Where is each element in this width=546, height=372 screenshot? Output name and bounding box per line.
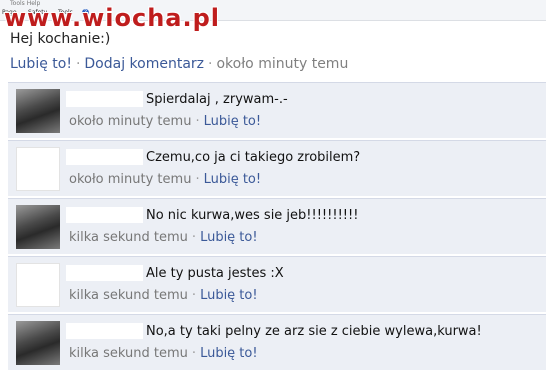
comment-item: No nic kurwa,wes sie jeb!!!!!!!!!! kilka… xyxy=(8,198,546,254)
separator: · xyxy=(191,346,197,361)
redacted-name xyxy=(66,149,143,165)
comment-text: No nic kurwa,wes sie jeb!!!!!!!!!! xyxy=(146,208,359,223)
comment-item: Spierdalaj , zrywam-.- około minuty temu… xyxy=(8,82,546,138)
redacted-name xyxy=(66,207,143,223)
comment-meta: kilka sekund temu · Lubię to! xyxy=(69,230,258,245)
separator: · xyxy=(195,172,200,187)
separator: · xyxy=(208,56,213,72)
separator: · xyxy=(191,288,197,303)
comment-time: około minuty temu xyxy=(69,172,192,187)
comment-item: Ale ty pusta jestes :X kilka sekund temu… xyxy=(8,256,546,312)
comment-like-link[interactable]: Lubię to! xyxy=(204,172,262,187)
comment-like-link[interactable]: Lubię to! xyxy=(200,346,258,361)
redacted-name xyxy=(66,323,143,339)
redacted-name xyxy=(66,91,143,107)
separator: · xyxy=(191,230,197,245)
avatar[interactable] xyxy=(16,205,60,249)
comment-like-link[interactable]: Lubię to! xyxy=(204,114,262,129)
avatar[interactable] xyxy=(16,263,60,307)
avatar[interactable] xyxy=(16,147,60,191)
avatar[interactable] xyxy=(16,89,60,133)
post-time: około minuty temu xyxy=(216,56,349,72)
comment-time: kilka sekund temu xyxy=(69,230,188,245)
comment-time: około minuty temu xyxy=(69,114,192,129)
avatar[interactable] xyxy=(16,321,60,365)
comment-text: Ale ty pusta jestes :X xyxy=(146,266,284,281)
post-text: Hej kochanie:) xyxy=(10,31,111,47)
comment-list: Spierdalaj , zrywam-.- około minuty temu… xyxy=(8,82,546,372)
separator: · xyxy=(195,114,200,129)
comment-time: kilka sekund temu xyxy=(69,346,188,361)
comment-item: No,a ty taki pelny ze arz sie z ciebie w… xyxy=(8,314,546,370)
separator: · xyxy=(75,56,81,72)
redacted-name xyxy=(66,265,143,281)
comment-item: Czemu,co ja ci takiego zrobilem? około m… xyxy=(8,140,546,196)
add-comment-link[interactable]: Dodaj komentarz xyxy=(84,56,204,72)
comment-time: kilka sekund temu xyxy=(69,288,188,303)
comment-meta: kilka sekund temu · Lubię to! xyxy=(69,346,258,361)
comment-meta: kilka sekund temu · Lubię to! xyxy=(69,288,258,303)
comment-meta: około minuty temu · Lubię to! xyxy=(69,172,261,187)
comment-meta: około minuty temu · Lubię to! xyxy=(69,114,261,129)
comment-like-link[interactable]: Lubię to! xyxy=(200,230,258,245)
post-like-link[interactable]: Lubię to! xyxy=(10,56,72,72)
comment-text: Spierdalaj , zrywam-.- xyxy=(146,92,288,107)
post-actions: Lubię to! · Dodaj komentarz · około minuty t… xyxy=(10,56,348,72)
comment-text: Czemu,co ja ci takiego zrobilem? xyxy=(146,150,361,165)
watermark: www.wiocha.pl xyxy=(4,4,221,32)
comment-text: No,a ty taki pelny ze arz sie z ciebie w… xyxy=(146,324,482,339)
comment-like-link[interactable]: Lubię to! xyxy=(200,288,258,303)
